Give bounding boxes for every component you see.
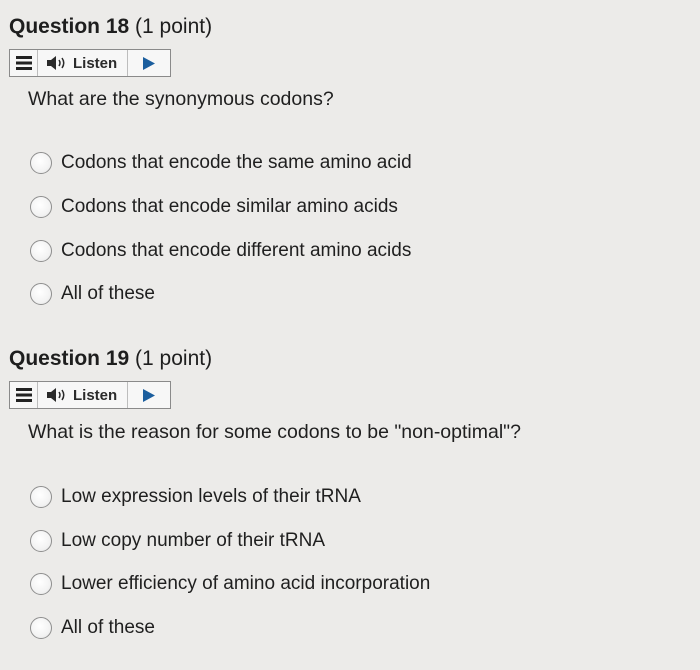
hamburger-menu-icon bbox=[15, 388, 32, 402]
answer-option[interactable]: All of these bbox=[30, 614, 155, 642]
menu-button[interactable] bbox=[10, 50, 38, 76]
answer-option[interactable]: Low expression levels of their tRNA bbox=[30, 483, 361, 511]
question-points: (1 point) bbox=[135, 15, 213, 38]
speaker-icon bbox=[47, 388, 65, 402]
play-icon bbox=[143, 388, 156, 402]
answer-option[interactable]: Codons that encode similar amino acids bbox=[30, 193, 398, 221]
question-number: Question 19 bbox=[9, 347, 130, 370]
question-title: Question 18 (1 point) bbox=[9, 15, 212, 39]
answer-option[interactable]: Low copy number of their tRNA bbox=[30, 527, 325, 555]
listen-toolbar: Listen bbox=[9, 381, 171, 409]
listen-button[interactable]: Listen bbox=[38, 50, 129, 76]
radio-button[interactable] bbox=[30, 573, 52, 595]
option-label: Codons that encode different amino acids bbox=[61, 240, 412, 261]
listen-toolbar: Listen bbox=[9, 49, 171, 77]
menu-button[interactable] bbox=[10, 382, 38, 408]
radio-button[interactable] bbox=[30, 617, 52, 639]
option-label: Codons that encode the same amino acid bbox=[61, 152, 412, 173]
play-button[interactable] bbox=[128, 50, 170, 76]
option-label: Lower efficiency of amino acid incorpora… bbox=[61, 573, 431, 594]
answer-option[interactable]: Codons that encode different amino acids bbox=[30, 237, 411, 265]
option-label: All of these bbox=[61, 617, 155, 638]
option-label: Codons that encode similar amino acids bbox=[61, 196, 398, 217]
question-title: Question 19 (1 point) bbox=[9, 347, 212, 371]
option-label: All of these bbox=[61, 283, 155, 304]
radio-button[interactable] bbox=[30, 486, 52, 508]
listen-label: Listen bbox=[73, 386, 118, 404]
play-button[interactable] bbox=[128, 382, 170, 408]
question-text: What are the synonymous codons? bbox=[28, 88, 334, 110]
answer-option[interactable]: Codons that encode the same amino acid bbox=[30, 149, 412, 177]
option-label: Low copy number of their tRNA bbox=[61, 530, 326, 551]
radio-button[interactable] bbox=[30, 152, 52, 174]
play-icon bbox=[143, 56, 156, 70]
listen-button[interactable]: Listen bbox=[38, 382, 129, 408]
hamburger-menu-icon bbox=[15, 56, 32, 70]
option-label: Low expression levels of their tRNA bbox=[61, 486, 361, 507]
answer-option[interactable]: Lower efficiency of amino acid incorpora… bbox=[30, 570, 430, 598]
answer-option[interactable]: All of these bbox=[30, 280, 155, 308]
radio-button[interactable] bbox=[30, 283, 52, 305]
question-text: What is the reason for some codons to be… bbox=[28, 421, 521, 443]
radio-button[interactable] bbox=[30, 530, 52, 552]
question-points: (1 point) bbox=[135, 347, 213, 370]
listen-label: Listen bbox=[73, 54, 118, 72]
radio-button[interactable] bbox=[30, 196, 52, 218]
question-number: Question 18 bbox=[9, 15, 130, 38]
speaker-icon bbox=[47, 56, 65, 70]
radio-button[interactable] bbox=[30, 240, 52, 262]
